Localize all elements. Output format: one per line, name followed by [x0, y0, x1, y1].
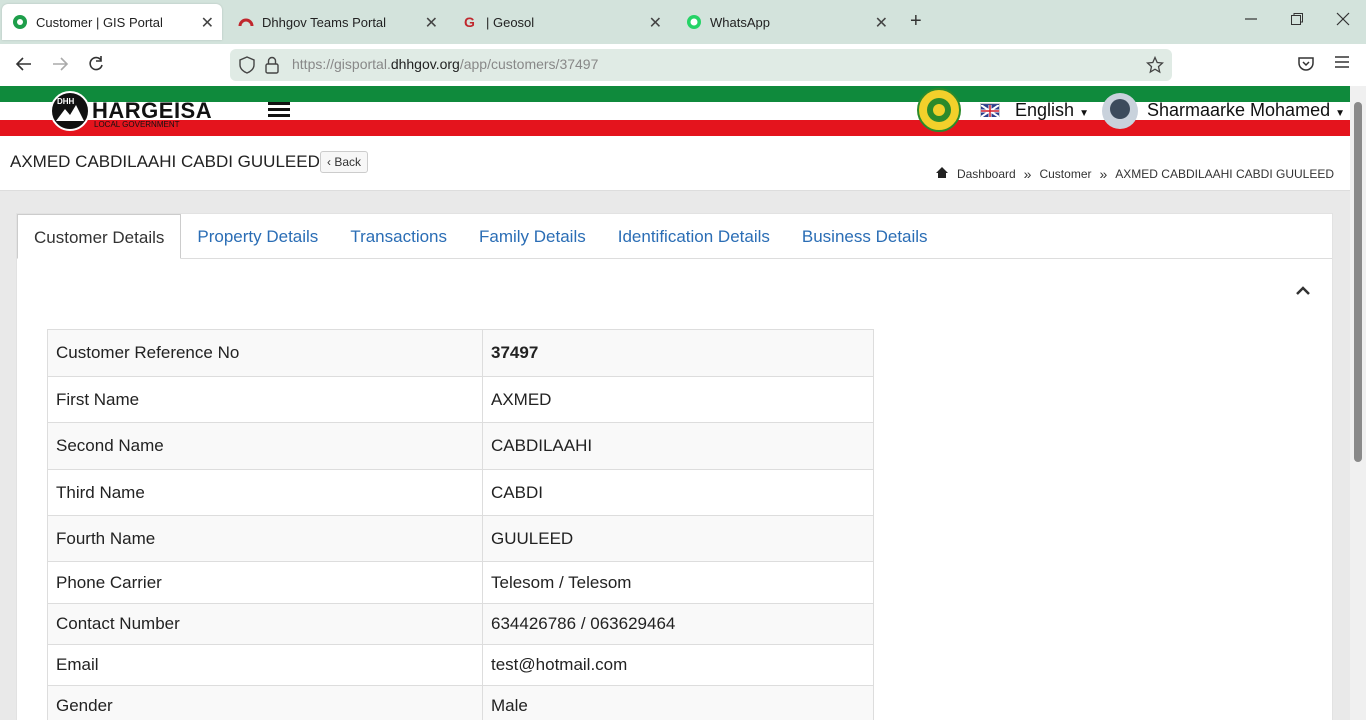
logo-subtitle: LOCAL GOVERNMENT [94, 120, 180, 129]
government-emblem-icon [917, 88, 961, 132]
field-value: Male [482, 685, 874, 720]
table-row: Customer Reference No 37497 [47, 329, 874, 377]
reload-icon[interactable] [86, 54, 106, 79]
browser-tab-geosol[interactable]: G | Geosol ✕ [452, 4, 670, 40]
page-title-bar: AXMED CABDILAAHI CABDI GUULEED ‹ Back Da… [0, 136, 1350, 191]
svg-text:DHH: DHH [57, 97, 75, 106]
table-row: Email test@hotmail.com [47, 644, 874, 686]
browser-tab-strip: Customer | GIS Portal ✕ Dhhgov Teams Por… [0, 0, 1366, 44]
menu-icon[interactable] [1334, 54, 1350, 75]
breadcrumb-dashboard[interactable]: Dashboard [957, 167, 1016, 181]
breadcrumb-customer[interactable]: Customer [1039, 167, 1091, 181]
home-icon[interactable] [935, 166, 949, 182]
new-tab-button[interactable]: + [910, 10, 922, 33]
tab-title: Dhhgov Teams Portal [262, 14, 387, 30]
browser-navigation-bar: https://gisportal.dhhgov.org/app/custome… [0, 44, 1366, 86]
table-row: Second Name CABDILAAHI [47, 422, 874, 470]
breadcrumb-current: AXMED CABDILAAHI CABDI GUULEED [1115, 167, 1334, 181]
address-bar[interactable]: https://gisportal.dhhgov.org/app/custome… [230, 49, 1172, 81]
teams-portal-icon [238, 14, 254, 30]
tab-customer-details[interactable]: Customer Details [17, 214, 182, 259]
chevron-left-icon: ‹ [327, 155, 331, 169]
field-label: Fourth Name [47, 515, 483, 562]
tab-title: Customer | GIS Portal [36, 14, 163, 30]
uk-flag-icon[interactable] [980, 103, 1000, 118]
app-header: DHH HARGEISA LOCAL GOVERNMENT English ▼ … [0, 86, 1350, 136]
table-row: Fourth Name GUULEED [47, 515, 874, 562]
close-tab-icon[interactable]: ✕ [425, 13, 438, 33]
field-value: CABDI [482, 469, 874, 516]
avatar[interactable] [1102, 93, 1138, 129]
field-value: 37497 [482, 329, 874, 377]
url-text[interactable]: https://gisportal.dhhgov.org/app/custome… [292, 56, 598, 72]
table-row: First Name AXMED [47, 376, 874, 423]
field-value: GUULEED [482, 515, 874, 562]
browser-tab-gis-portal[interactable]: Customer | GIS Portal ✕ [2, 4, 222, 40]
field-label: First Name [47, 376, 483, 423]
table-row: Third Name CABDI [47, 469, 874, 516]
tab-title: WhatsApp [710, 14, 770, 30]
language-dropdown[interactable]: English ▼ [1015, 100, 1089, 121]
whatsapp-icon [686, 14, 702, 30]
collapse-chevron-up-icon[interactable] [1296, 282, 1310, 300]
breadcrumb: Dashboard » Customer » AXMED CABDILAAHI … [935, 166, 1334, 182]
field-label: Phone Carrier [47, 561, 483, 604]
page-title: AXMED CABDILAAHI CABDI GUULEED [10, 152, 320, 171]
tab-identification-details[interactable]: Identification Details [602, 214, 786, 259]
tab-family-details[interactable]: Family Details [463, 214, 602, 259]
close-window-icon[interactable] [1336, 12, 1350, 30]
breadcrumb-separator: » [1023, 166, 1032, 182]
lock-icon[interactable] [264, 56, 280, 79]
gis-portal-icon [12, 14, 28, 30]
pocket-icon[interactable] [1296, 54, 1316, 79]
field-value: Telesom / Telesom [482, 561, 874, 604]
field-label: Contact Number [47, 603, 483, 645]
tab-title: | Geosol [486, 14, 535, 30]
forward-arrow-icon[interactable] [50, 54, 70, 79]
tab-business-details[interactable]: Business Details [786, 214, 944, 259]
caret-down-icon: ▼ [1335, 108, 1346, 119]
shield-icon[interactable] [238, 56, 256, 79]
geosol-icon: G [462, 14, 478, 30]
close-tab-icon[interactable]: ✕ [201, 13, 214, 33]
breadcrumb-separator: » [1099, 166, 1108, 182]
field-label: Email [47, 644, 483, 686]
detail-tabs: Customer Details Property Details Transa… [17, 214, 1332, 259]
table-row: Gender Male [47, 685, 874, 720]
close-tab-icon[interactable]: ✕ [875, 13, 888, 33]
field-value: 634426786 / 063629464 [482, 603, 874, 645]
field-label: Third Name [47, 469, 483, 516]
field-label: Gender [47, 685, 483, 720]
svg-text:G: G [464, 14, 475, 30]
hargeisa-logo-icon[interactable]: DHH [50, 91, 90, 131]
table-row: Contact Number 634426786 / 063629464 [47, 603, 874, 645]
tab-property-details[interactable]: Property Details [181, 214, 334, 259]
tab-transactions[interactable]: Transactions [334, 214, 463, 259]
bookmark-star-icon[interactable] [1145, 55, 1165, 79]
customer-details-table: Customer Reference No 37497 First Name A… [47, 329, 874, 720]
field-label: Second Name [47, 422, 483, 470]
customer-card: Customer Details Property Details Transa… [16, 213, 1333, 720]
minimize-window-icon[interactable] [1244, 12, 1258, 30]
back-button[interactable]: ‹ Back [320, 151, 369, 173]
scrollbar-thumb[interactable] [1354, 102, 1362, 462]
field-label: Customer Reference No [47, 329, 483, 377]
browser-tab-whatsapp[interactable]: WhatsApp ✕ [676, 4, 896, 40]
field-value: CABDILAAHI [482, 422, 874, 470]
back-arrow-icon[interactable] [14, 54, 34, 79]
field-value: AXMED [482, 376, 874, 423]
page-scrollbar[interactable] [1350, 86, 1366, 720]
user-menu-dropdown[interactable]: Sharmaarke Mohamed ▼ [1147, 100, 1345, 121]
table-row: Phone Carrier Telesom / Telesom [47, 561, 874, 604]
close-tab-icon[interactable]: ✕ [649, 13, 662, 33]
field-value: test@hotmail.com [482, 644, 874, 686]
restore-window-icon[interactable] [1290, 12, 1304, 30]
browser-tab-teams-portal[interactable]: Dhhgov Teams Portal ✕ [228, 4, 446, 40]
caret-down-icon: ▼ [1079, 108, 1089, 119]
sidebar-toggle-icon[interactable] [268, 102, 290, 118]
